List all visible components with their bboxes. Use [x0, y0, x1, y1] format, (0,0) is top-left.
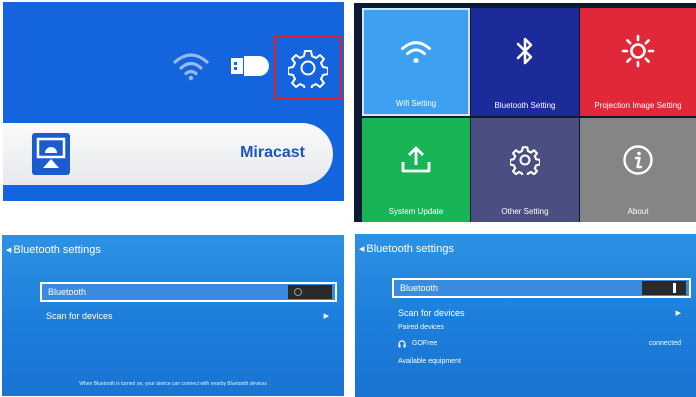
tile-label: About — [627, 207, 649, 216]
settings-icon — [288, 49, 328, 88]
bluetooth-toggle-row[interactable]: Bluetooth — [392, 278, 691, 298]
scan-label: Scan for devices — [398, 308, 465, 318]
scan-label: Scan for devices — [46, 311, 113, 321]
home-screen: Miracast — [3, 2, 344, 201]
page-title: Bluetooth settings — [366, 243, 454, 255]
info-icon — [623, 144, 653, 175]
miracast-icon — [32, 133, 70, 175]
scan-for-devices[interactable]: Scan for devices ▶ — [46, 310, 329, 322]
tile-bluetooth-setting[interactable]: Bluetooth Setting — [471, 8, 579, 116]
paired-device-row[interactable]: GOFree connected — [398, 340, 681, 350]
bluetooth-settings-off: ◀ Bluetooth settings Bluetooth Scan for … — [2, 235, 344, 396]
back-header[interactable]: ◀ Bluetooth settings — [6, 244, 101, 256]
tile-label: System Update — [388, 207, 444, 216]
settings-button[interactable] — [274, 36, 342, 99]
bluetooth-toggle-row[interactable]: Bluetooth — [40, 282, 337, 302]
device-status: connected — [648, 340, 681, 347]
tile-label: Bluetooth Setting — [494, 101, 556, 110]
tile-projection-image-setting[interactable]: Projection Image Setting — [580, 8, 696, 116]
bluetooth-note: When Bluetooth is turned on, your device… — [79, 381, 267, 387]
bluetooth-label: Bluetooth — [48, 287, 87, 297]
miracast-label: Miracast — [240, 144, 305, 161]
upload-icon — [401, 146, 431, 172]
tile-system-update[interactable]: System Update — [362, 118, 470, 222]
usb-icon — [231, 56, 269, 76]
bluetooth-label: Bluetooth — [400, 283, 439, 293]
gear-icon — [510, 145, 540, 175]
tile-wifi-setting[interactable]: Wifi Setting — [362, 8, 470, 116]
page-title: Bluetooth settings — [13, 244, 101, 256]
miracast-button[interactable]: Miracast — [3, 123, 333, 185]
back-arrow-icon: ◀ — [6, 247, 12, 254]
wifi-icon — [400, 40, 432, 63]
brightness-icon — [621, 34, 655, 68]
chevron-right-icon: ▶ — [675, 310, 681, 317]
back-arrow-icon: ◀ — [359, 246, 365, 253]
available-equipment-header: Available equipment — [398, 358, 461, 365]
device-name: GOFree — [412, 340, 438, 347]
chevron-right-icon: ▶ — [323, 313, 329, 320]
bluetooth-toggle[interactable] — [288, 285, 332, 299]
settings-menu: Wifi Setting Bluetooth Setting Projectio… — [354, 3, 696, 222]
toggle-on-icon — [673, 283, 676, 293]
bluetooth-icon — [516, 37, 533, 65]
bluetooth-toggle[interactable] — [642, 281, 686, 295]
tile-about[interactable]: About — [580, 118, 696, 222]
toggle-off-icon — [294, 288, 302, 296]
scan-for-devices[interactable]: Scan for devices ▶ — [398, 307, 681, 319]
tile-label: Projection Image Setting — [594, 101, 682, 110]
headphones-icon — [398, 340, 406, 348]
paired-devices-header: Paired devices — [398, 324, 444, 331]
tile-label: Wifi Setting — [395, 99, 437, 108]
wifi-icon — [173, 53, 209, 81]
tile-label: Other Setting — [501, 207, 549, 216]
bluetooth-settings-on: ◀ Bluetooth settings Bluetooth Scan for … — [355, 234, 696, 397]
back-header[interactable]: ◀ Bluetooth settings — [359, 243, 454, 255]
tile-other-setting[interactable]: Other Setting — [471, 118, 579, 222]
